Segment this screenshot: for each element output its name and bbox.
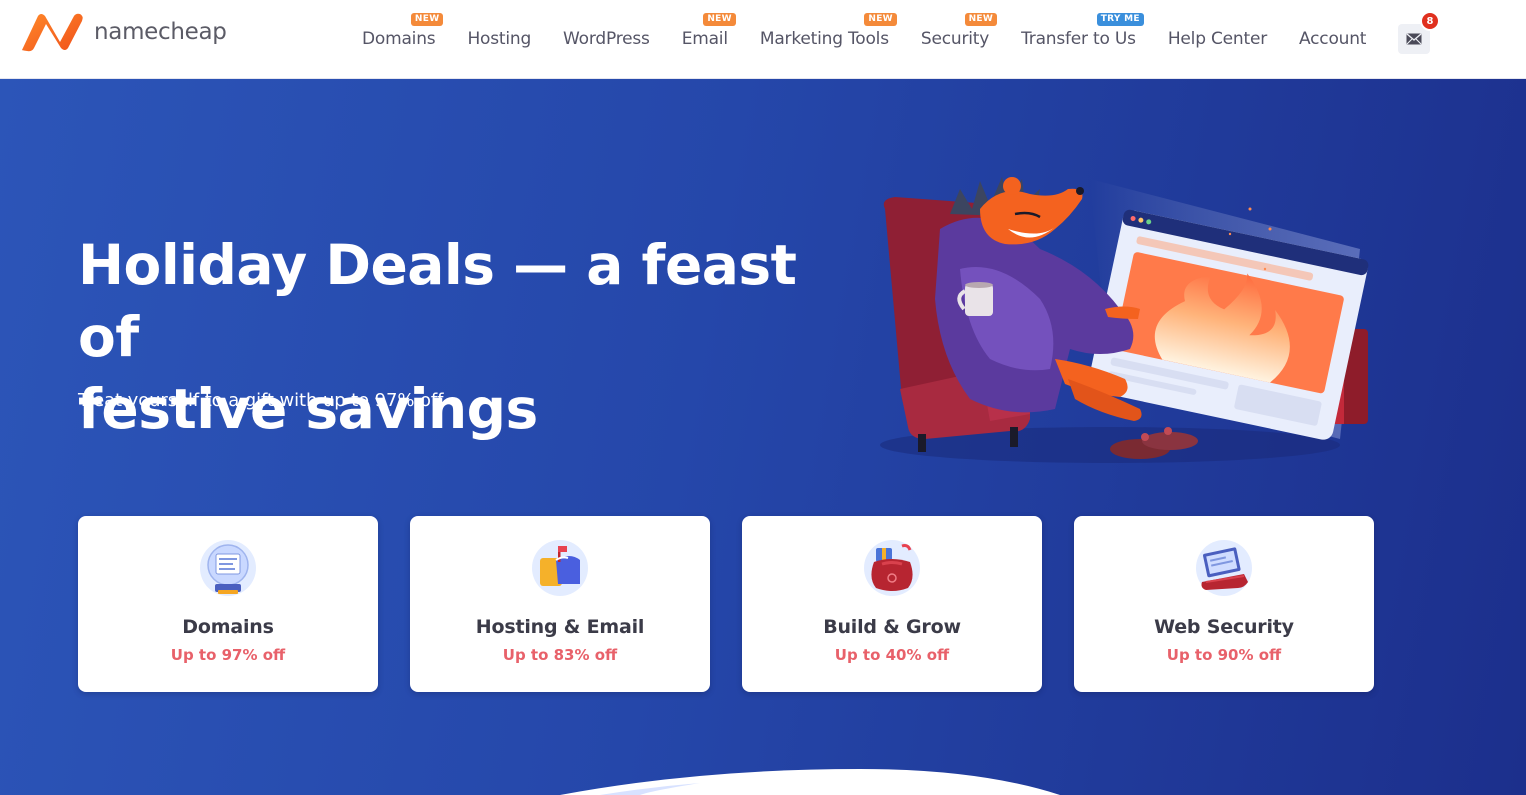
hero-subtitle: Treat yourself to a gift with up to 97% … [78,390,444,411]
nav-account[interactable]: Account [1283,0,1382,79]
nav-domains[interactable]: NEW Domains [346,0,451,79]
nav-security[interactable]: NEW Security [905,0,1005,79]
card-discount: Up to 40% off [834,646,950,664]
card-title: Build & Grow [823,616,961,638]
card-title: Domains [182,616,274,638]
bottom-wave-divider [560,769,1060,795]
nav-label: Security [920,29,990,49]
nav-label: Account [1299,29,1367,49]
deal-card-hosting-email[interactable]: Hosting & Email Up to 83% off [410,516,710,692]
nav-email[interactable]: NEW Email [666,0,744,79]
card-discount: Up to 90% off [1166,646,1282,664]
nav-badge-new: NEW [864,13,897,26]
nav-marketing-tools[interactable]: NEW Marketing Tools [744,0,905,79]
main-navigation: NEW Domains Hosting WordPress NEW Email … [346,0,1382,79]
nav-badge-new: NEW [703,13,736,26]
nav-label: Hosting [467,29,532,49]
nav-label: Marketing Tools [759,29,889,49]
namecheap-logo[interactable]: namecheap [20,12,227,52]
nav-label: Transfer to Us [1021,29,1136,49]
nav-badge-try-me: TRY ME [1096,13,1144,26]
nav-help-center[interactable]: Help Center [1152,0,1283,79]
hedgehog-by-fireplace-illustration [880,177,1369,463]
hero-section: Holiday Deals — a feast of festive savin… [0,79,1526,795]
nav-badge-new: NEW [410,13,444,26]
nav-label: Email [681,29,728,49]
nav-transfer-to-us[interactable]: TRY ME Transfer to Us [1005,0,1152,79]
hero-title: Holiday Deals — a feast of festive savin… [78,229,838,445]
snow-globe-domain-icon [200,540,256,596]
deal-card-build-grow[interactable]: Build & Grow Up to 40% off [742,516,1042,692]
laptop-shield-icon [1196,540,1252,596]
nav-hosting[interactable]: Hosting [451,0,547,79]
nav-label: Help Center [1167,29,1268,49]
card-title: Hosting & Email [475,616,645,638]
logo-wordmark: namecheap [94,19,227,45]
nav-label: WordPress [563,29,650,49]
card-discount: Up to 83% off [502,646,618,664]
hero-title-line-1: Holiday Deals — a feast of [78,233,797,369]
gift-sack-icon [864,540,920,596]
deal-card-web-security[interactable]: Web Security Up to 90% off [1074,516,1374,692]
namecheap-logo-icon [21,13,83,52]
nav-wordpress[interactable]: WordPress [547,0,666,79]
site-header: namecheap NEW Domains Hosting WordPress … [0,0,1526,79]
envelope-icon [1406,33,1422,45]
nav-badge-new: NEW [964,13,998,26]
deal-card-domains[interactable]: Domains Up to 97% off [78,516,378,692]
card-title: Web Security [1154,616,1294,638]
notification-count-badge: 8 [1420,11,1440,31]
mailbox-icon [532,540,588,596]
nav-label: Domains [362,29,436,49]
card-discount: Up to 97% off [170,646,286,664]
